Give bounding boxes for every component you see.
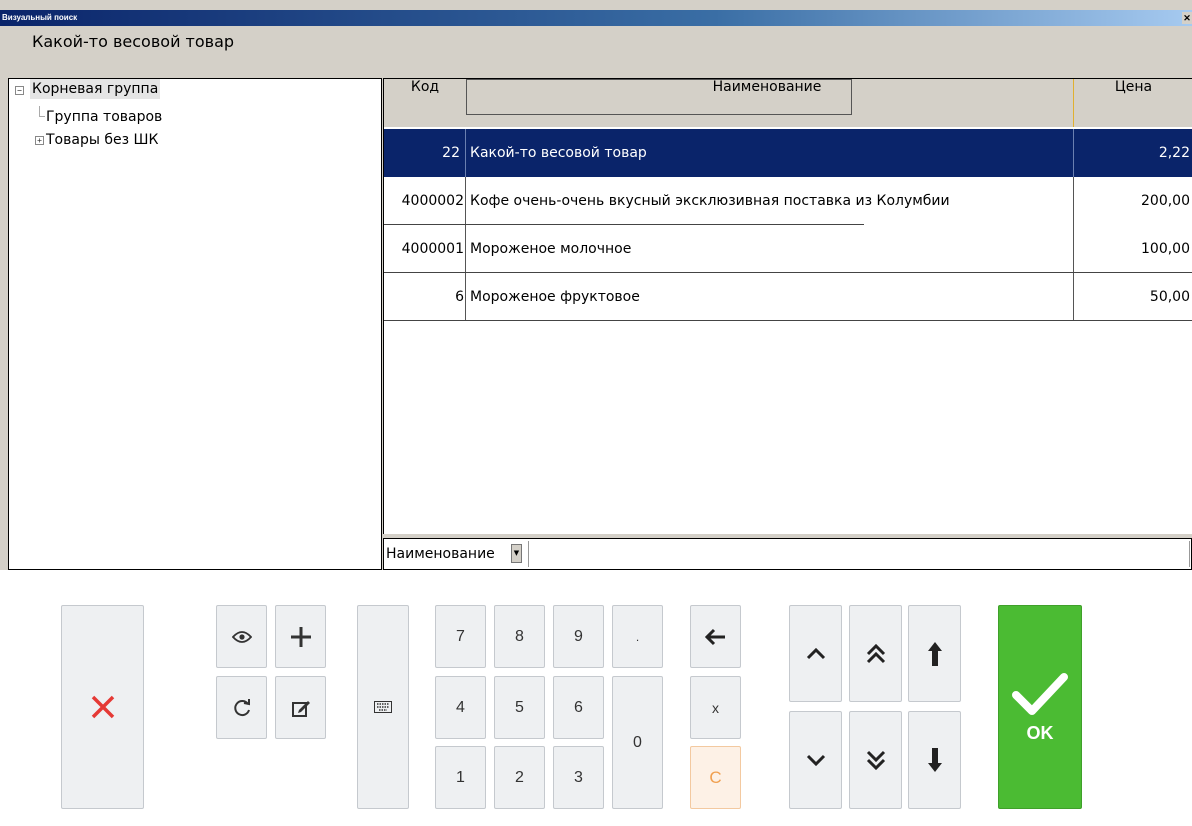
refresh-button[interactable] xyxy=(216,676,267,739)
backspace-icon xyxy=(704,628,725,645)
ok-button[interactable]: OK xyxy=(998,605,1082,809)
column-header-code[interactable]: Код xyxy=(384,79,466,127)
group-tree[interactable]: − Корневая группа Группа товаров + Товар… xyxy=(8,78,382,570)
cell-name: Какой-то весовой товар xyxy=(470,145,647,161)
page-up-button[interactable] xyxy=(849,605,902,702)
tree-line xyxy=(39,106,40,116)
key-2[interactable]: 2 xyxy=(494,746,545,809)
add-button[interactable] xyxy=(275,605,326,668)
edit-icon xyxy=(291,700,310,717)
row-separator xyxy=(384,320,1192,321)
tree-item-no-barcode[interactable]: Товары без ШК xyxy=(46,130,158,150)
cell-separator xyxy=(465,129,466,177)
collapse-icon[interactable]: − xyxy=(15,86,24,95)
tree-item-root[interactable]: Корневая группа xyxy=(30,79,161,99)
page-down-button[interactable] xyxy=(849,711,902,809)
tree-line xyxy=(39,116,45,117)
expand-icon[interactable]: + xyxy=(35,136,44,145)
key-4[interactable]: 4 xyxy=(435,676,486,739)
window-close-button[interactable]: ✕ xyxy=(1182,12,1192,24)
touch-keypad: 7 8 9 . 4 5 6 0 1 2 3 x C OK xyxy=(0,570,1192,826)
key-8[interactable]: 8 xyxy=(494,605,545,668)
eye-icon xyxy=(231,630,252,643)
refresh-icon xyxy=(233,698,250,716)
up-button[interactable] xyxy=(789,605,842,702)
view-button[interactable] xyxy=(216,605,267,668)
key-6[interactable]: 6 xyxy=(553,676,604,739)
chevron-up-icon xyxy=(806,647,825,659)
ok-label: OK xyxy=(1026,722,1054,743)
table-row[interactable]: 4000001 Мороженое молочное 100,00 xyxy=(384,225,1192,273)
table-row[interactable]: 6 Мороженое фруктовое 50,00 xyxy=(384,273,1192,321)
selected-product-caption: Какой-то весовой товар xyxy=(32,32,235,51)
cell-separator xyxy=(465,273,466,321)
cell-price: 50,00 xyxy=(1149,289,1190,305)
cell-price: 200,00 xyxy=(1141,193,1190,209)
key-1[interactable]: 1 xyxy=(435,746,486,809)
key-dot[interactable]: . xyxy=(612,605,663,668)
dropdown-arrow-icon[interactable]: ▼ xyxy=(511,544,522,563)
grid-header: Код Наименование Цена xyxy=(384,79,1192,127)
column-header-price[interactable]: Цена xyxy=(1074,79,1192,127)
table-row[interactable]: 4000002 Кофе очень-очень вкусный эксклюз… xyxy=(384,177,1192,225)
cancel-icon xyxy=(91,695,114,719)
cell-price: 100,00 xyxy=(1141,241,1190,257)
cell-name: Мороженое молочное xyxy=(470,241,632,257)
keyboard-button[interactable] xyxy=(357,605,409,809)
last-row-button[interactable] xyxy=(908,711,961,809)
cell-separator xyxy=(465,177,466,225)
cell-code: 22 xyxy=(442,145,460,161)
double-chevron-down-icon xyxy=(866,750,885,770)
plus-icon xyxy=(290,626,311,647)
search-field-select[interactable]: Наименование xyxy=(386,541,495,567)
cell-code: 4000002 xyxy=(401,193,464,209)
chevron-down-icon xyxy=(806,754,825,766)
window-title: Визуальный поиск xyxy=(2,13,78,22)
window-titlebar: Визуальный поиск ✕ xyxy=(0,10,1192,26)
key-3[interactable]: 3 xyxy=(553,746,604,809)
cell-name: Кофе очень-очень вкусный эксклюзивная по… xyxy=(470,193,950,209)
key-7[interactable]: 7 xyxy=(435,605,486,668)
search-bar: Наименование ▼ xyxy=(383,538,1192,570)
search-input[interactable] xyxy=(528,541,1190,567)
key-0[interactable]: 0 xyxy=(612,676,663,809)
cell-code: 6 xyxy=(455,289,464,305)
clear-button[interactable]: C xyxy=(690,746,741,809)
cell-price: 2,22 xyxy=(1158,145,1190,161)
keyboard-icon xyxy=(374,701,392,713)
multiply-button[interactable]: x xyxy=(690,676,741,739)
column-header-name[interactable]: Наименование xyxy=(466,79,1068,127)
check-icon xyxy=(1012,672,1068,715)
tree-item-goods-group[interactable]: Группа товаров xyxy=(46,107,162,127)
backspace-button[interactable] xyxy=(690,605,741,668)
table-row[interactable]: 22 Какой-то весовой товар 2,22 xyxy=(384,129,1192,177)
first-row-button[interactable] xyxy=(908,605,961,702)
arrow-up-icon xyxy=(927,641,942,666)
key-5[interactable]: 5 xyxy=(494,676,545,739)
cell-code: 4000001 xyxy=(401,241,464,257)
arrow-down-icon xyxy=(927,748,942,772)
cancel-button[interactable] xyxy=(61,605,144,809)
down-button[interactable] xyxy=(789,711,842,809)
column-resize-handle[interactable] xyxy=(1073,79,1074,127)
key-9[interactable]: 9 xyxy=(553,605,604,668)
edit-button[interactable] xyxy=(275,676,326,739)
cell-name: Мороженое фруктовое xyxy=(470,289,640,305)
double-chevron-up-icon xyxy=(866,643,885,663)
cell-separator xyxy=(465,225,466,273)
products-grid[interactable]: Код Наименование Цена 22 Какой-то весово… xyxy=(383,78,1192,534)
